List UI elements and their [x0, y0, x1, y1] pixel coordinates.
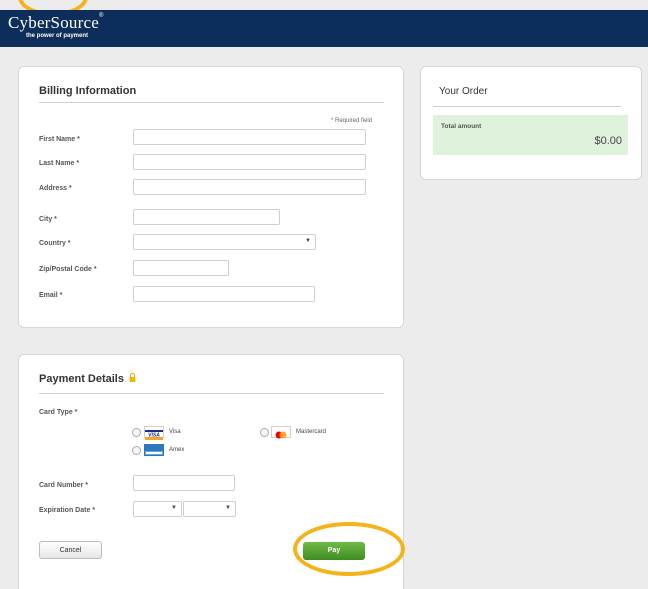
top-header: CyberSource® the power of payment [0, 10, 648, 47]
chevron-down-icon: ▼ [305, 238, 311, 244]
total-label: Total amount [441, 123, 482, 130]
chevron-down-icon: ▼ [225, 505, 231, 511]
payment-divider [39, 393, 384, 394]
brand-tagline: the power of payment [26, 33, 89, 39]
total-amount-box: Total amount $0.00 [433, 115, 628, 155]
mastercard-logo-icon [271, 426, 291, 439]
city-label: City * [39, 216, 57, 223]
amex-logo-icon [144, 444, 164, 456]
mastercard-label: Mastercard [296, 429, 327, 435]
zip-input[interactable] [133, 260, 229, 276]
email-label: Email * [39, 292, 63, 299]
last-name-label: Last Name * [39, 160, 80, 167]
order-card: Your Order Total amount $0.00 [420, 66, 642, 180]
cancel-button[interactable]: Cancel [39, 541, 102, 559]
lock-icon [129, 373, 136, 385]
expiration-year-select[interactable]: ▼ [183, 501, 236, 517]
visa-logo-icon: VISA [144, 426, 164, 440]
zip-label: Zip/Postal Code * [39, 266, 97, 273]
first-name-label: First Name * [39, 136, 80, 143]
order-title: Your Order [439, 86, 488, 97]
address-label: Address * [39, 185, 72, 192]
email-input[interactable] [133, 286, 315, 302]
visa-radio[interactable] [132, 428, 141, 437]
highlight-ring-pay [293, 522, 405, 576]
chevron-down-icon: ▼ [171, 505, 177, 511]
mastercard-radio[interactable] [260, 428, 269, 437]
payment-title-text: Payment Details [39, 373, 124, 385]
city-input[interactable] [133, 209, 280, 225]
first-name-input[interactable] [133, 129, 366, 145]
country-select[interactable]: ▼ [133, 234, 316, 250]
last-name-input[interactable] [133, 154, 366, 170]
order-divider [433, 106, 621, 107]
card-number-input[interactable] [133, 475, 235, 491]
country-label: Country * [39, 240, 71, 247]
payment-title: Payment Details [39, 373, 136, 385]
expiration-label: Expiration Date * [39, 507, 96, 514]
total-value: $0.00 [594, 135, 622, 147]
amex-radio[interactable] [132, 446, 141, 455]
billing-divider [39, 102, 384, 103]
card-number-label: Card Number * [39, 482, 89, 489]
cybersource-logo: CyberSource® the power of payment [8, 13, 104, 39]
billing-title: Billing Information [39, 85, 137, 97]
required-note: * Required field [331, 118, 373, 124]
svg-text:VISA: VISA [148, 433, 160, 439]
card-type-label: Card Type * [39, 409, 78, 416]
billing-card: Billing Information * Required field Fir… [18, 66, 404, 328]
brand-name: CyberSource [8, 13, 99, 32]
address-input[interactable] [133, 179, 366, 195]
visa-label: Visa [169, 429, 181, 435]
expiration-month-select[interactable]: ▼ [133, 501, 182, 517]
amex-label: Amex [169, 447, 185, 453]
